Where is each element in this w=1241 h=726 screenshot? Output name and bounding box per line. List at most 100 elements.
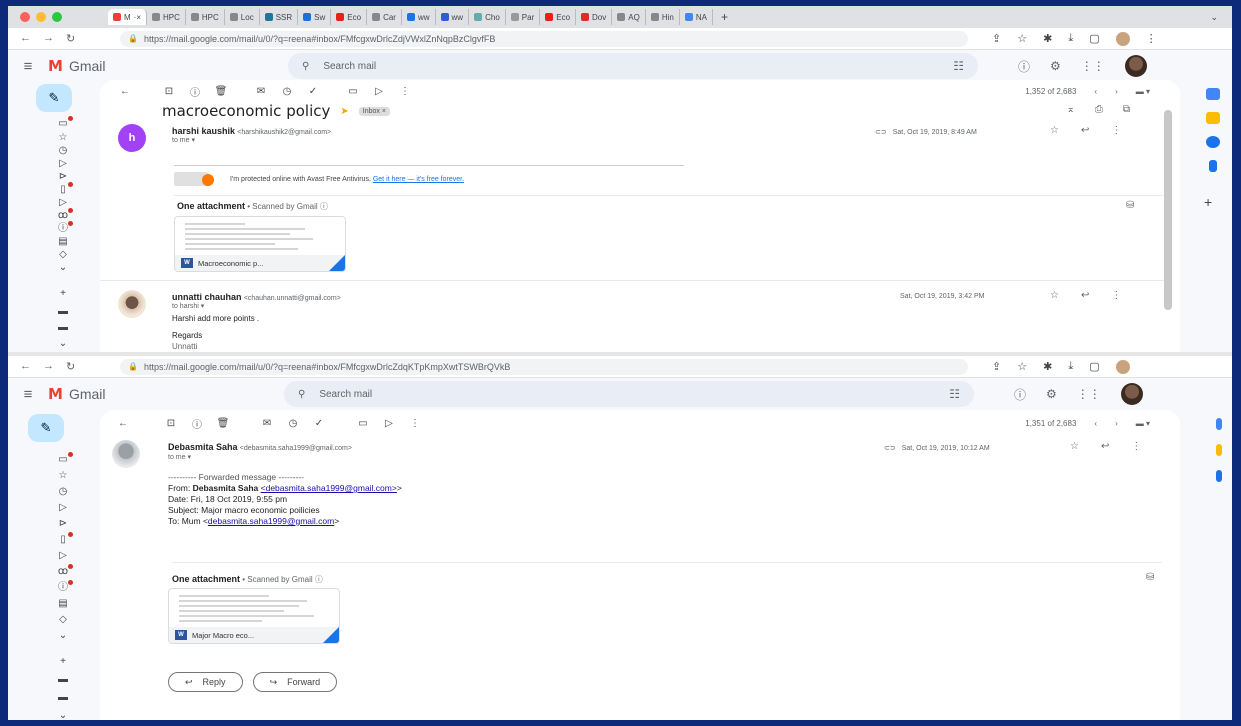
url-field[interactable]: 🔒 https://mail.google.com/mail/u/0/?q=re… <box>120 30 968 47</box>
add-icon[interactable]: + <box>56 288 70 300</box>
open-new-window-icon[interactable]: ⧉ <box>1123 104 1130 115</box>
search-icon[interactable]: ⚲ <box>298 389 305 400</box>
back-icon[interactable]: ← <box>20 32 31 45</box>
collapse-icon[interactable]: ⌅ <box>1066 104 1074 115</box>
contacts-icon[interactable] <box>1209 160 1217 172</box>
forum-icon[interactable]: ▤ <box>56 598 70 610</box>
print-icon[interactable]: ⎙ <box>1095 104 1103 115</box>
star-icon[interactable]: ☆ <box>56 470 70 482</box>
compose-button[interactable]: ✎ <box>36 84 72 112</box>
share-icon[interactable]: ⇪ <box>992 32 1001 46</box>
tab-item[interactable]: Hin <box>646 9 680 25</box>
tab-item[interactable]: Eco <box>331 9 368 25</box>
chevron-down-icon[interactable]: ⌄ <box>56 710 70 720</box>
scrollbar[interactable] <box>1164 110 1172 310</box>
sidebar-icon[interactable]: ▢ <box>1089 32 1099 46</box>
chevron-down-icon[interactable]: ⌄ <box>56 338 70 350</box>
menu-icon[interactable]: ≡ <box>8 386 48 403</box>
compose-button[interactable]: ✎ <box>28 414 64 442</box>
inbox-label-chip[interactable]: Inbox × <box>358 106 390 116</box>
sender-avatar[interactable]: h <box>118 124 146 152</box>
forum-icon[interactable]: ▤ <box>56 236 70 248</box>
menu-icon[interactable]: ≡ <box>8 58 48 75</box>
clock-icon[interactable]: ◷ <box>56 145 70 157</box>
calendar-icon[interactable] <box>1206 88 1220 100</box>
help-icon[interactable]: ⓘ <box>1018 58 1030 75</box>
input-tools-icon[interactable]: ▬ ▾ <box>1136 419 1150 428</box>
attachment-card[interactable]: W Major Macro eco... <box>168 588 340 644</box>
tab-item[interactable]: AQ <box>612 9 646 25</box>
label-icon[interactable]: ▷ <box>56 197 70 209</box>
account-avatar[interactable] <box>1120 383 1143 405</box>
important-icon[interactable]: ▷ <box>56 502 70 514</box>
apps-icon[interactable]: ⋮⋮ <box>1081 59 1105 73</box>
tab-item[interactable]: ww <box>402 9 436 25</box>
back-icon[interactable]: ← <box>112 86 138 97</box>
back-icon[interactable]: ← <box>110 418 136 429</box>
search-input[interactable]: Search mail <box>319 389 372 400</box>
tab-search-icon[interactable]: ⌄ <box>1210 12 1232 23</box>
delete-icon[interactable]: 🗑 <box>208 86 234 97</box>
tag-icon[interactable]: ◇ <box>56 249 70 261</box>
browser-menu-icon[interactable]: ⋮ <box>1146 32 1157 46</box>
snooze-icon[interactable]: ◷ <box>274 86 300 97</box>
chevron-down-icon[interactable]: ⌄ <box>56 630 70 642</box>
chevron-down-icon[interactable]: ⌄ <box>56 262 70 274</box>
tab-item[interactable]: Dov <box>576 9 613 25</box>
avast-link[interactable]: Get it here — it's free forever. <box>373 176 464 183</box>
archive-icon[interactable]: ⊡ <box>158 418 184 429</box>
recipient-dropdown[interactable]: to me ▾ <box>172 136 195 144</box>
account-avatar[interactable] <box>1124 55 1147 77</box>
keep-icon[interactable] <box>1206 112 1220 124</box>
star-icon[interactable]: ☆ <box>1050 125 1059 136</box>
search-bar[interactable]: ⚲ Search mail ☷ <box>284 381 974 407</box>
more-icon[interactable]: ⋮ <box>1111 290 1121 301</box>
add-addon-icon[interactable]: + <box>1204 194 1212 210</box>
close-window-button[interactable] <box>20 12 30 22</box>
tasks-icon[interactable] <box>1216 470 1222 482</box>
close-tab-icon[interactable]: ·× <box>134 13 141 22</box>
tab-gmail[interactable]: M ·× <box>108 9 148 25</box>
label-dark-icon[interactable]: ▬ <box>56 692 70 704</box>
new-tab-button[interactable]: + <box>713 10 736 24</box>
send-icon[interactable]: ⊳ <box>56 171 70 183</box>
clock-icon[interactable]: ◷ <box>56 486 70 498</box>
archive-icon[interactable]: ⊡ <box>156 86 182 97</box>
from-email-link[interactable]: <debasmita.saha1999@gmail.com> <box>261 483 397 493</box>
send-icon[interactable]: ⊳ <box>56 518 70 530</box>
to-email-link[interactable]: debasmita.saha1999@gmail.com <box>208 516 334 526</box>
bookmark-star-icon[interactable]: ☆ <box>1017 32 1027 46</box>
tab-item[interactable]: SSR <box>260 9 299 25</box>
newer-icon[interactable]: › <box>1115 419 1118 428</box>
more-icon[interactable]: ⋮ <box>1111 125 1121 136</box>
tab-item[interactable]: Car <box>367 9 402 25</box>
url-field[interactable]: 🔒 https://mail.google.com/mail/u/0/?q=re… <box>120 358 968 375</box>
tasks-icon[interactable] <box>1206 136 1220 148</box>
minimize-window-button[interactable] <box>36 12 46 22</box>
more-icon[interactable]: ⋮ <box>392 86 418 97</box>
sidebar-icon[interactable]: ▢ <box>1089 360 1099 374</box>
reply-icon[interactable]: ↩ <box>1081 290 1089 301</box>
important-marker-icon[interactable]: ➤ <box>340 106 348 117</box>
download-icon[interactable]: ⤓ <box>1068 32 1073 46</box>
label-icon[interactable]: ▷ <box>376 418 402 429</box>
tune-icon[interactable]: ☷ <box>953 59 964 73</box>
snooze-icon[interactable]: ◷ <box>280 418 306 429</box>
label-dark-icon[interactable]: ▬ <box>56 322 70 334</box>
bookmark-star-icon[interactable]: ☆ <box>1017 360 1027 374</box>
newer-icon[interactable]: › <box>1115 87 1118 96</box>
profile-avatar[interactable] <box>1115 31 1130 46</box>
forward-nav-icon[interactable]: → <box>43 360 54 373</box>
add-icon[interactable]: + <box>56 656 70 668</box>
recipient-dropdown[interactable]: to me ▾ <box>168 453 191 461</box>
search-input[interactable]: Search mail <box>323 61 376 72</box>
mail-icon[interactable]: ✉ <box>248 86 274 97</box>
tab-item[interactable]: Par <box>506 9 541 25</box>
search-bar[interactable]: ⚲ Search mail ☷ <box>288 53 978 79</box>
back-icon[interactable]: ← <box>20 360 31 373</box>
help-icon[interactable]: ⓘ <box>1014 386 1026 403</box>
drive-icon[interactable]: ⛁ <box>1126 200 1134 211</box>
extensions-icon[interactable]: ✱ <box>1043 360 1052 374</box>
sender-name[interactable]: unnatti chauhan <box>172 292 242 302</box>
settings-icon[interactable]: ⚙ <box>1046 387 1057 401</box>
